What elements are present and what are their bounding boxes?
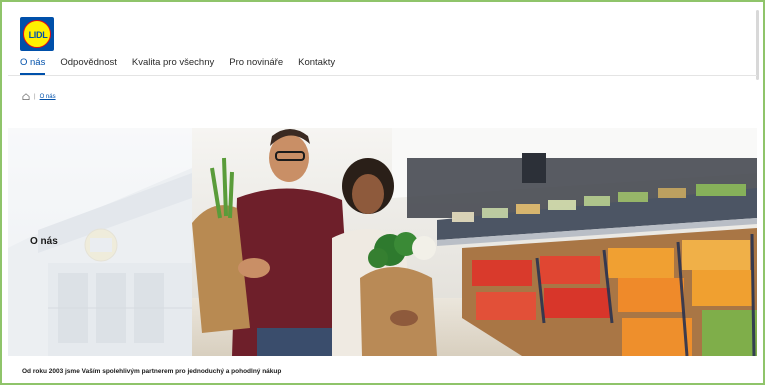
logo-text: LIDL bbox=[28, 30, 48, 40]
home-icon[interactable] bbox=[22, 93, 30, 100]
breadcrumb-current[interactable]: O nás bbox=[40, 94, 56, 100]
breadcrumb: | O nás bbox=[22, 93, 56, 100]
lidl-logo[interactable]: LIDL bbox=[20, 17, 54, 51]
logo-circle: LIDL bbox=[23, 20, 51, 48]
nav-item-o-nas[interactable]: O nás bbox=[20, 57, 46, 75]
breadcrumb-separator: | bbox=[34, 93, 36, 100]
nav-item-kvalita[interactable]: Kvalita pro všechny bbox=[132, 57, 214, 75]
nav-item-kontakty[interactable]: Kontakty bbox=[298, 57, 335, 75]
nav-divider bbox=[8, 75, 757, 76]
nav-item-pro-novinare[interactable]: Pro novináře bbox=[229, 57, 283, 75]
hero-photo-couple-shopping bbox=[192, 128, 757, 356]
page-tagline: Od roku 2003 jsme Vaším spolehlivým part… bbox=[22, 368, 282, 375]
scrollbar[interactable] bbox=[756, 10, 759, 80]
hero-title: O nás bbox=[30, 236, 58, 247]
hero-banner: O nás bbox=[8, 128, 757, 356]
main-nav: O nás Odpovědnost Kvalita pro všechny Pr… bbox=[20, 57, 335, 75]
nav-item-odpovednost[interactable]: Odpovědnost bbox=[60, 57, 117, 75]
hero-title-panel: O nás bbox=[8, 128, 192, 356]
